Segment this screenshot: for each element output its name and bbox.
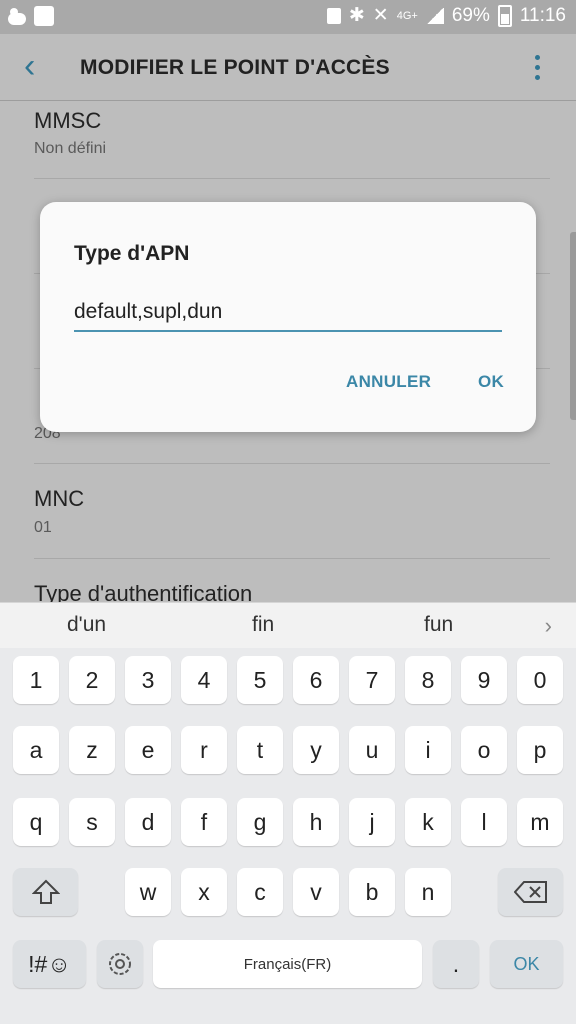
key-e[interactable]: e xyxy=(125,726,171,774)
list-item-value: Non défini xyxy=(34,140,107,157)
space-bar[interactable]: Français(FR) xyxy=(153,940,422,988)
bluetooth-icon: ✱ xyxy=(348,5,365,26)
backspace-icon[interactable] xyxy=(498,868,563,916)
key-8[interactable]: 8 xyxy=(405,656,451,704)
clock: 11:16 xyxy=(519,4,566,26)
key-v[interactable]: v xyxy=(293,868,339,916)
wifi-icon xyxy=(34,6,54,26)
weather-icon xyxy=(8,8,26,25)
app-bar: ‹ MODIFIER LE POINT D'ACCÈS xyxy=(0,34,576,101)
key-t[interactable]: t xyxy=(237,726,283,774)
key-f[interactable]: f xyxy=(181,798,227,846)
chevron-right-icon[interactable]: › xyxy=(545,613,552,639)
key-r[interactable]: r xyxy=(181,726,227,774)
key-n[interactable]: n xyxy=(405,868,451,916)
shift-arrow-icon xyxy=(31,879,60,904)
enter-ok-key[interactable]: OK xyxy=(490,940,563,988)
key-period[interactable]: . xyxy=(433,940,479,988)
dialog-title: Type d'APN xyxy=(74,242,190,265)
apn-type-input[interactable] xyxy=(74,294,502,332)
cancel-button[interactable]: ANNULER xyxy=(346,372,431,392)
key-u[interactable]: u xyxy=(349,726,395,774)
symbols-key[interactable]: !#☺ xyxy=(13,940,86,988)
gear-icon[interactable] xyxy=(97,940,143,988)
key-l[interactable]: l xyxy=(461,798,507,846)
network-type: 4G+ xyxy=(396,9,418,22)
shift-icon[interactable] xyxy=(13,868,78,916)
suggestion-bar: d'un fin fun › xyxy=(0,602,576,649)
scroll-indicator xyxy=(570,232,576,420)
backspace-glyph-icon xyxy=(513,881,547,903)
key-h[interactable]: h xyxy=(293,798,339,846)
key-p[interactable]: p xyxy=(517,726,563,774)
key-y[interactable]: y xyxy=(293,726,339,774)
status-bar: ✱ ✕ 4G+ 69% 11:16 xyxy=(0,0,576,34)
page-title: MODIFIER LE POINT D'ACCÈS xyxy=(80,56,390,79)
settings-gear-icon xyxy=(109,953,131,975)
key-q[interactable]: q xyxy=(13,798,59,846)
key-m[interactable]: m xyxy=(517,798,563,846)
key-0[interactable]: 0 xyxy=(517,656,563,704)
key-4[interactable]: 4 xyxy=(181,656,227,704)
list-item-title: MNC xyxy=(34,486,85,511)
key-i[interactable]: i xyxy=(405,726,451,774)
key-x[interactable]: x xyxy=(181,868,227,916)
key-j[interactable]: j xyxy=(349,798,395,846)
suggestion-item[interactable]: fun xyxy=(424,613,453,637)
key-5[interactable]: 5 xyxy=(237,656,283,704)
key-d[interactable]: d xyxy=(125,798,171,846)
suggestion-item[interactable]: d'un xyxy=(67,613,106,637)
key-7[interactable]: 7 xyxy=(349,656,395,704)
battery-icon xyxy=(497,4,512,27)
key-s[interactable]: s xyxy=(69,798,115,846)
list-item[interactable]: MNC 01 xyxy=(34,464,550,559)
sim-icon xyxy=(326,7,341,24)
list-item-value: 01 xyxy=(34,519,52,536)
key-9[interactable]: 9 xyxy=(461,656,507,704)
key-g[interactable]: g xyxy=(237,798,283,846)
more-vert-icon[interactable] xyxy=(534,55,542,83)
mute-icon: ✕ xyxy=(372,5,389,26)
list-item[interactable]: MMSC Non défini xyxy=(34,100,550,179)
key-3[interactable]: 3 xyxy=(125,656,171,704)
back-arrow-icon[interactable]: ‹ xyxy=(24,49,54,83)
keyboard: 1 2 3 4 5 6 7 8 9 0 a z e r t y u i o p … xyxy=(0,648,576,1024)
key-6[interactable]: 6 xyxy=(293,656,339,704)
status-left xyxy=(8,6,54,26)
key-b[interactable]: b xyxy=(349,868,395,916)
key-1[interactable]: 1 xyxy=(13,656,59,704)
key-c[interactable]: c xyxy=(237,868,283,916)
key-k[interactable]: k xyxy=(405,798,451,846)
status-right: ✱ ✕ 4G+ 69% 11:16 xyxy=(326,4,566,27)
key-o[interactable]: o xyxy=(461,726,507,774)
apn-type-dialog: Type d'APN ANNULER OK xyxy=(40,202,536,432)
suggestion-item[interactable]: fin xyxy=(252,613,274,637)
signal-icon xyxy=(425,7,444,24)
battery-percent: 69% xyxy=(451,4,490,26)
key-z[interactable]: z xyxy=(69,726,115,774)
key-2[interactable]: 2 xyxy=(69,656,115,704)
ok-button[interactable]: OK xyxy=(478,372,504,392)
list-item-title: MMSC xyxy=(34,108,102,133)
key-a[interactable]: a xyxy=(13,726,59,774)
key-w[interactable]: w xyxy=(125,868,171,916)
